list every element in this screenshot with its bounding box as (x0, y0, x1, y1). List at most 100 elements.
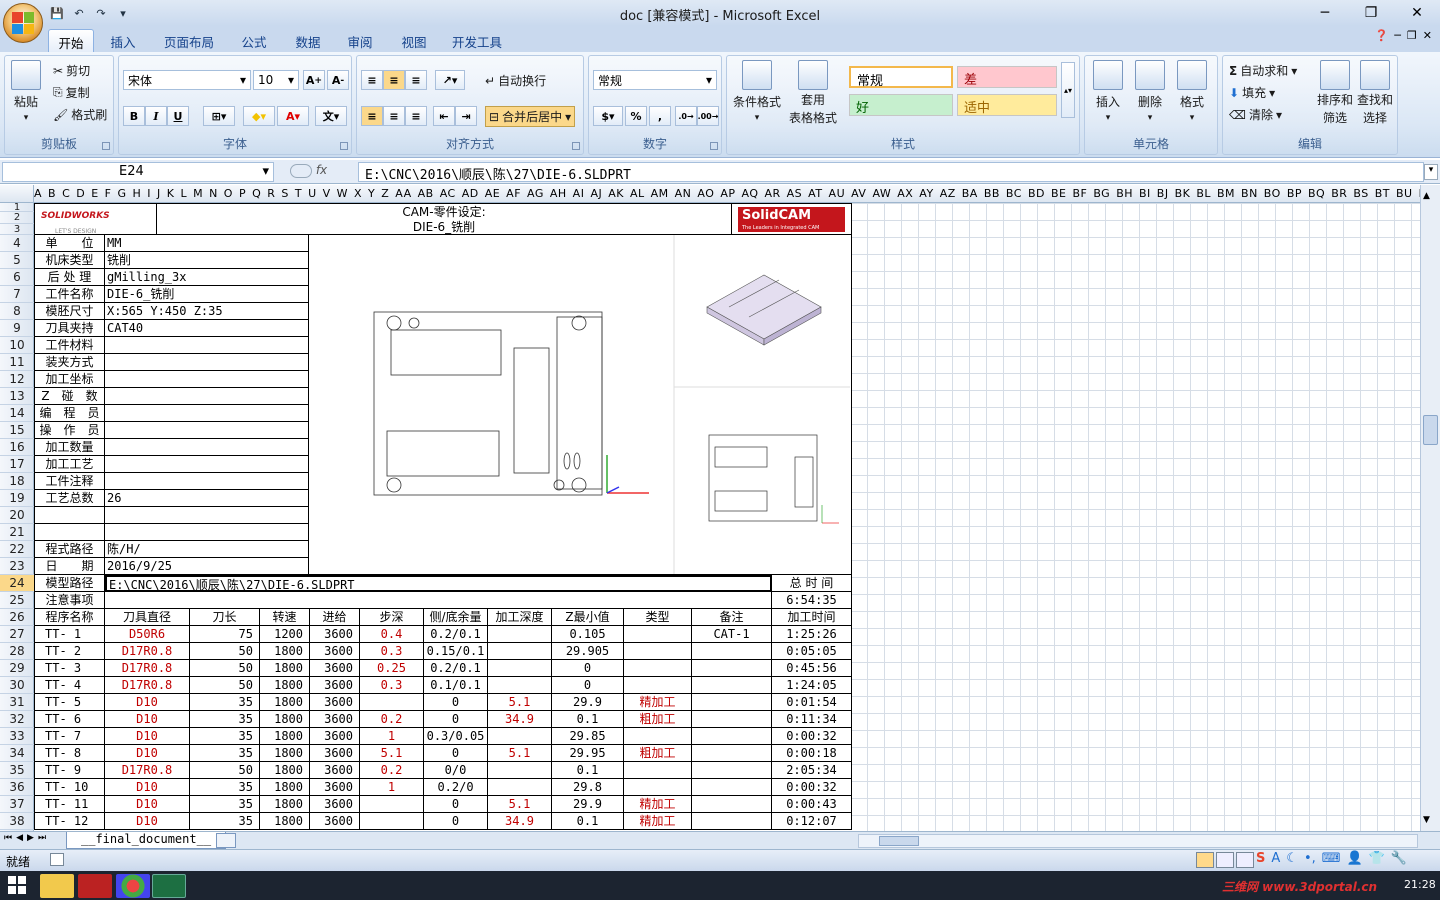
table-cell[interactable]: 0.3/0.05 (424, 728, 488, 745)
info-value[interactable] (105, 354, 309, 371)
wrap-text-button[interactable]: ↵ 自动换行 (485, 72, 546, 89)
ime-punct-icon[interactable]: •, (1304, 851, 1316, 866)
table-cell[interactable]: 1800 (260, 660, 310, 677)
info-value[interactable] (105, 405, 309, 422)
number-format-select[interactable]: 常规 ▾ (593, 70, 717, 90)
table-header-cell[interactable]: 类型 (624, 609, 692, 626)
table-cell[interactable]: D10 (105, 779, 190, 796)
row-number[interactable]: 34 (0, 745, 34, 762)
info-value[interactable] (105, 524, 309, 541)
table-header-cell[interactable]: 进给 (310, 609, 360, 626)
row-number[interactable]: 32 (0, 711, 34, 728)
tab-formulas[interactable]: 公式 (232, 29, 276, 52)
table-cell[interactable] (624, 643, 692, 660)
shirt-icon[interactable]: 👕 (1369, 851, 1385, 866)
select-all-corner[interactable] (0, 185, 34, 202)
align-right-icon[interactable]: ≡ (405, 106, 427, 126)
info-label[interactable]: 编 程 员 (34, 405, 105, 422)
program-name-cell[interactable]: TT- 12 (34, 813, 105, 830)
h-scroll-thumb[interactable] (879, 836, 919, 846)
table-cell[interactable]: 3600 (310, 677, 360, 694)
row-number[interactable]: 35 (0, 762, 34, 779)
row-number[interactable]: 24 (0, 575, 34, 592)
table-cell[interactable]: 1800 (260, 762, 310, 779)
info-label[interactable]: 工件注释 (34, 473, 105, 490)
italic-button[interactable]: I (145, 106, 167, 126)
info-label[interactable]: 后 处 理 (34, 269, 105, 286)
info-value[interactable] (105, 422, 309, 439)
table-cell[interactable]: 0/0 (424, 762, 488, 779)
ime-moon-icon[interactable]: ☾ (1286, 851, 1298, 866)
align-top-icon[interactable]: ≡ (361, 70, 383, 90)
table-header-cell[interactable]: Z最小值 (552, 609, 624, 626)
row-number[interactable]: 28 (0, 643, 34, 660)
style-neutral[interactable]: 适中 (957, 94, 1057, 116)
table-header-cell[interactable]: 刀具直径 (105, 609, 190, 626)
table-cell[interactable] (692, 643, 772, 660)
table-cell[interactable] (488, 660, 552, 677)
increase-decimal-icon[interactable]: .0→ (675, 106, 697, 126)
table-cell[interactable]: 1 (360, 728, 424, 745)
info-label[interactable] (34, 524, 105, 541)
table-cell[interactable] (692, 677, 772, 694)
minimize-icon[interactable]: ─ (1302, 0, 1348, 26)
info-value[interactable]: 26 (105, 490, 309, 507)
table-cell[interactable]: 0 (424, 813, 488, 830)
table-cell[interactable] (360, 694, 424, 711)
row-number[interactable]: 12 (0, 371, 34, 388)
insert-sheet-icon[interactable] (216, 833, 236, 848)
row-number[interactable]: 3 (0, 224, 34, 235)
table-cell[interactable]: 35 (190, 694, 260, 711)
program-name-cell[interactable]: TT- 3 (34, 660, 105, 677)
row-number[interactable]: 8 (0, 303, 34, 320)
table-cell[interactable]: 3600 (310, 626, 360, 643)
table-cell[interactable]: 1800 (260, 779, 310, 796)
ribbon-minimize-icon[interactable]: ─ (1394, 29, 1401, 42)
row-number[interactable]: 36 (0, 779, 34, 796)
info-value[interactable]: X:565 Y:450 Z:35 (105, 303, 309, 320)
info-label[interactable]: 单 位 (34, 235, 105, 252)
table-cell[interactable]: 1 (360, 779, 424, 796)
solidworks-2016-icon[interactable] (78, 874, 112, 898)
table-cell[interactable]: 3600 (310, 779, 360, 796)
table-cell[interactable]: 29.8 (552, 779, 624, 796)
table-cell[interactable] (488, 677, 552, 694)
table-cell[interactable]: 0.2/0 (424, 779, 488, 796)
grow-font-icon[interactable]: A + (303, 70, 325, 90)
table-cell[interactable] (692, 694, 772, 711)
program-name-cell[interactable]: TT- 10 (34, 779, 105, 796)
table-cell[interactable]: 0.2/0.1 (424, 660, 488, 677)
tab-page-layout[interactable]: 页面布局 (158, 29, 220, 52)
table-cell[interactable] (488, 779, 552, 796)
row-number[interactable]: 11 (0, 354, 34, 371)
table-cell[interactable] (624, 779, 692, 796)
info-value[interactable]: 铣削 (105, 252, 309, 269)
table-cell[interactable]: 0:00:32 (772, 779, 852, 796)
table-cell[interactable]: 3600 (310, 745, 360, 762)
user-icon[interactable]: 👤 (1347, 851, 1363, 866)
bold-button[interactable]: B (123, 106, 145, 126)
format-painter-button[interactable]: 🖌 格式刷 (53, 106, 107, 123)
format-as-table-button[interactable]: 套用 表格格式 (789, 60, 837, 126)
table-cell[interactable] (624, 626, 692, 643)
info-value[interactable]: 2016/9/25 (105, 558, 309, 575)
table-cell[interactable]: 3600 (310, 694, 360, 711)
table-cell[interactable] (624, 677, 692, 694)
table-cell[interactable]: 0:45:56 (772, 660, 852, 677)
font-name-select[interactable]: 宋体 ▾ (123, 70, 251, 90)
fill-color-icon[interactable]: ◆▾ (243, 106, 275, 126)
align-center-icon[interactable]: ≡ (383, 106, 405, 126)
info-value[interactable]: MM (105, 235, 309, 252)
fill-button[interactable]: ⬇ 填充 ▾ (1229, 84, 1275, 101)
table-cell[interactable]: 34.9 (488, 711, 552, 728)
info-value[interactable]: gMilling_3x (105, 269, 309, 286)
scroll-thumb[interactable] (1423, 415, 1438, 445)
table-cell[interactable]: 35 (190, 813, 260, 830)
row-number[interactable]: 30 (0, 677, 34, 694)
table-cell[interactable] (692, 711, 772, 728)
insert-cells-button[interactable]: 插入 ▾ (1093, 60, 1123, 123)
row-number[interactable]: 19 (0, 490, 34, 507)
table-cell[interactable]: D10 (105, 711, 190, 728)
table-cell[interactable]: 1800 (260, 728, 310, 745)
ribbon-restore-icon[interactable]: ❐ (1407, 29, 1417, 42)
